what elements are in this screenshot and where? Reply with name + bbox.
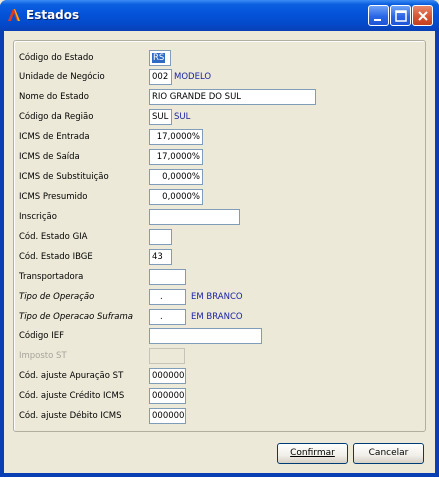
label-cod-estado-gia: Cód. Estado GIA — [19, 232, 88, 242]
tipo-operacao-input[interactable]: . — [149, 289, 186, 305]
close-icon — [418, 11, 428, 21]
cancel-button-label: Cancelar — [368, 448, 409, 458]
title-bar[interactable]: Estados — [0, 0, 439, 31]
confirm-button-label: Confirmar — [290, 448, 335, 458]
icms-substituicao-input[interactable]: 0,0000% — [149, 169, 203, 185]
cod-estado-gia-input[interactable] — [149, 229, 172, 245]
label-icms-presumido: ICMS Presumido — [19, 192, 88, 202]
transportadora-input[interactable] — [149, 269, 186, 285]
label-transportadora: Transportadora — [19, 272, 84, 282]
cod-ajuste-credito-icms-input[interactable]: 000000 — [149, 388, 186, 404]
maximize-button[interactable] — [390, 5, 411, 26]
label-cod-ajuste-apuracao-st: Cód. ajuste Apuração ST — [19, 371, 124, 381]
label-inscricao: Inscrição — [19, 212, 57, 222]
label-imposto-st: Imposto ST — [19, 351, 67, 361]
unidade-negocio-input[interactable]: 002 — [149, 69, 172, 85]
imposto-st-input — [149, 348, 185, 364]
app-icon — [8, 9, 20, 21]
tipo-operacao-suframa-description: EM BRANCO — [191, 312, 243, 322]
label-codigo-estado: Código do Estado — [19, 53, 94, 63]
icms-saida-input[interactable]: 17,0000% — [149, 149, 203, 165]
cod-ajuste-debito-icms-input[interactable]: 000000 — [149, 408, 186, 424]
codigo-regiao-description: SUL — [174, 112, 191, 122]
label-unidade-negocio: Unidade de Negócio — [19, 72, 105, 82]
label-cod-ajuste-credito-icms: Cód. ajuste Crédito ICMS — [19, 391, 125, 401]
close-button[interactable] — [412, 5, 433, 26]
icms-presumido-input[interactable]: 0,0000% — [149, 189, 203, 205]
label-icms-substituicao: ICMS de Substituição — [19, 172, 109, 182]
codigo-regiao-input[interactable]: SUL — [149, 109, 172, 125]
label-tipo-operacao-suframa: Tipo de Operacao Suframa — [19, 312, 133, 322]
label-cod-ajuste-debito-icms: Cód. ajuste Débito ICMS — [19, 411, 122, 421]
label-tipo-operacao: Tipo de Operação — [19, 292, 95, 302]
codigo-estado-input[interactable]: RS — [149, 50, 171, 66]
inscricao-input[interactable] — [149, 209, 240, 225]
cod-estado-ibge-input[interactable]: 43 — [149, 249, 172, 265]
minimize-button[interactable] — [368, 5, 389, 26]
codigo-ief-input[interactable] — [149, 328, 262, 344]
codigo-estado-value: RS — [152, 53, 166, 63]
maximize-icon — [395, 10, 407, 22]
dialog-body: Código do Estado RS Unidade de Negócio 0… — [4, 31, 435, 473]
label-cod-estado-ibge: Cód. Estado IBGE — [19, 252, 93, 262]
label-codigo-regiao: Código da Região — [19, 112, 94, 122]
estados-window: Estados Código do Estado RS Unidade de N… — [0, 0, 439, 477]
label-nome-estado: Nome do Estado — [19, 92, 90, 102]
minimize-icon — [374, 19, 381, 21]
label-codigo-ief: Código IEF — [19, 331, 64, 341]
cod-ajuste-apuracao-st-input[interactable]: 000000 — [149, 368, 186, 384]
cancel-button[interactable]: Cancelar — [353, 443, 424, 464]
tipo-operacao-description: EM BRANCO — [191, 292, 243, 302]
confirm-button[interactable]: Confirmar — [277, 443, 348, 464]
icms-entrada-input[interactable]: 17,0000% — [149, 129, 203, 145]
tipo-operacao-suframa-input[interactable]: . — [149, 309, 186, 325]
label-icms-saida: ICMS de Saída — [19, 152, 80, 162]
label-icms-entrada: ICMS de Entrada — [19, 132, 90, 142]
unidade-negocio-description: MODELO — [174, 72, 212, 82]
nome-estado-input[interactable]: RIO GRANDE DO SUL — [149, 89, 316, 105]
window-title: Estados — [26, 8, 80, 22]
